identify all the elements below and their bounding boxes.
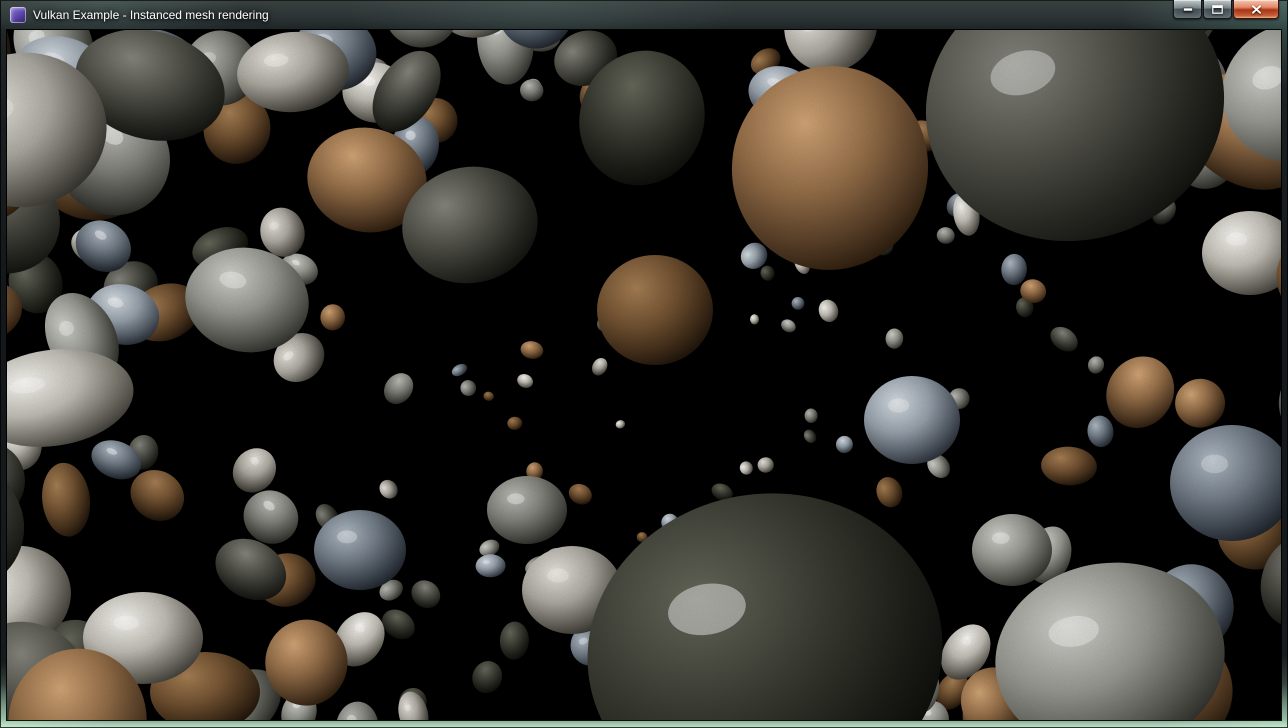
window-title: Vulkan Example - Instanced mesh renderin… <box>33 9 269 21</box>
close-button[interactable] <box>1233 0 1279 19</box>
texture-grain-overlay <box>7 30 1281 720</box>
render-viewport[interactable] <box>7 30 1281 720</box>
minimize-button[interactable] <box>1173 0 1202 19</box>
app-window: Vulkan Example - Instanced mesh renderin… <box>0 0 1288 728</box>
close-icon <box>1251 5 1262 14</box>
maximize-button[interactable] <box>1203 0 1232 19</box>
app-icon <box>10 7 26 23</box>
window-controls <box>1173 0 1279 19</box>
maximize-icon <box>1212 5 1223 14</box>
minimize-icon <box>1183 7 1193 12</box>
titlebar[interactable]: Vulkan Example - Instanced mesh renderin… <box>0 0 1288 30</box>
asteroid-field-scene <box>7 30 1281 720</box>
